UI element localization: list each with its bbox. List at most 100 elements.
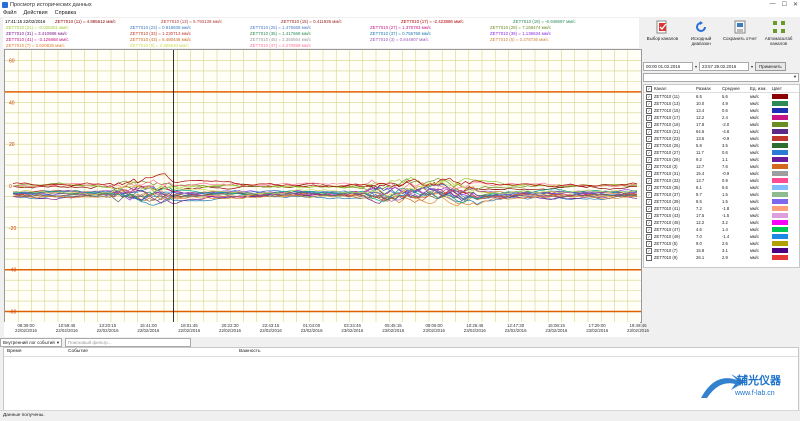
channel-row[interactable]: ✓ ZET7010 (25) 5.8 3.5 мм/с <box>644 142 799 149</box>
channel-row[interactable]: ✓ ZET7010 (47) 4.6 1.4 мм/с <box>644 226 799 233</box>
channel-color-swatch[interactable] <box>772 178 788 183</box>
column-header-range[interactable]: Размах <box>696 85 722 92</box>
channel-row[interactable]: ✓ ZET7010 (15) 13.4 0.6 мм/с <box>644 107 799 114</box>
channel-color-swatch[interactable] <box>772 122 788 127</box>
channel-color-swatch[interactable] <box>772 227 788 232</box>
channel-row[interactable]: ✓ ZET7010 (7) 15.8 3.1 мм/с <box>644 247 799 254</box>
channel-color-swatch[interactable] <box>772 94 788 99</box>
channel-row[interactable]: ✓ ZET7010 (23) 13.5 -0.9 мм/с <box>644 135 799 142</box>
column-header-color[interactable]: Цвет <box>772 85 792 92</box>
channel-row[interactable]: ✓ ZET7010 (33) 13.7 0.9 мм/с <box>644 177 799 184</box>
channel-checkbox[interactable]: ✓ <box>646 156 652 163</box>
channel-checkbox[interactable]: ✓ <box>646 177 652 184</box>
channel-checkbox[interactable]: ✓ <box>646 107 652 114</box>
channel-row[interactable]: ✓ ZET7010 (27) 11.7 0.6 мм/с <box>644 149 799 156</box>
profile-select[interactable]: ▼ <box>643 73 799 82</box>
line-chart[interactable]: 60 40 20 0 -20 -40 -60 <box>5 50 641 322</box>
channel-checkbox[interactable]: ✓ <box>646 219 652 226</box>
channel-color-swatch[interactable] <box>772 213 788 218</box>
close-icon[interactable]: ✕ <box>793 1 798 8</box>
channel-checkbox[interactable]: ✓ <box>646 114 652 121</box>
channel-color-swatch[interactable] <box>772 185 788 190</box>
channel-checkbox[interactable]: ✓ <box>646 93 652 100</box>
event-table[interactable]: Время Событие Важность <box>3 347 799 411</box>
channel-checkbox[interactable]: ✓ <box>646 135 652 142</box>
channel-row[interactable]: ✓ ZET7010 (29) 9.2 1.1 мм/с <box>644 156 799 163</box>
channel-color-swatch[interactable] <box>772 129 788 134</box>
date-to-field[interactable]: 23:57 29.02.2016 <box>699 62 750 71</box>
channel-checkbox[interactable]: ✓ <box>646 240 652 247</box>
channel-color-swatch[interactable] <box>772 255 788 260</box>
apply-button[interactable]: Применить <box>755 62 786 71</box>
channel-row[interactable]: ✓ ZET7010 (39) 8.5 1.5 мм/с <box>644 198 799 205</box>
channel-row[interactable]: ✓ ZET7010 (13) 10.0 4.9 мм/с <box>644 100 799 107</box>
channel-checkbox[interactable]: ✓ <box>646 149 652 156</box>
channel-checkbox[interactable] <box>646 254 652 261</box>
calendar-icon[interactable]: ▾ <box>695 64 697 69</box>
channel-table[interactable]: ✓ Канал Размах Среднее Ед. изм. Цвет ✓ ZE… <box>643 84 800 268</box>
channel-checkbox[interactable]: ✓ <box>646 170 652 177</box>
column-header-severity[interactable]: Важность <box>236 348 379 356</box>
column-header-unit[interactable]: Ед. изм. <box>750 85 772 92</box>
maximize-icon[interactable]: ☐ <box>782 1 787 8</box>
channel-color-swatch[interactable] <box>772 241 788 246</box>
channel-color-swatch[interactable] <box>772 101 788 106</box>
column-header-mean[interactable]: Среднее <box>722 85 750 92</box>
channel-color-swatch[interactable] <box>772 143 788 148</box>
menu-file[interactable]: Файл <box>3 10 17 16</box>
channel-color-swatch[interactable] <box>772 248 788 253</box>
menu-actions[interactable]: Действия <box>24 10 48 16</box>
channel-color-swatch[interactable] <box>772 157 788 162</box>
channel-color-swatch[interactable] <box>772 171 788 176</box>
channel-color-swatch[interactable] <box>772 115 788 120</box>
channel-color-swatch[interactable] <box>772 108 788 113</box>
log-filter-input[interactable]: Поисковый фильтр... <box>65 338 191 347</box>
channel-checkbox[interactable]: ✓ <box>646 163 652 170</box>
channel-row[interactable]: ✓ ZET7010 (21) 64.6 -4.8 мм/с <box>644 128 799 135</box>
channel-color-swatch[interactable] <box>772 192 788 197</box>
plot-area[interactable]: 60 40 20 0 -20 -40 -60 <box>4 49 642 323</box>
autoscale-button[interactable]: Автомасштаб каналов <box>759 20 798 58</box>
channel-checkbox[interactable]: ✓ <box>646 226 652 233</box>
channel-color-swatch[interactable] <box>772 150 788 155</box>
channel-checkbox[interactable]: ✓ <box>646 184 652 191</box>
channel-row[interactable]: ✓ ZET7010 (31) 15.4 -0.9 мм/с <box>644 170 799 177</box>
channel-row[interactable]: ✓ ZET7010 (43) 17.5 -1.5 мм/с <box>644 212 799 219</box>
channel-row[interactable]: ✓ ZET7010 (17) 12.2 2.4 мм/с <box>644 114 799 121</box>
channel-color-swatch[interactable] <box>772 199 788 204</box>
channel-color-swatch[interactable] <box>772 234 788 239</box>
channel-checkbox[interactable]: ✓ <box>646 205 652 212</box>
channel-row[interactable]: ✓ ZET7010 (45) 12.2 3.2 мм/с <box>644 219 799 226</box>
channel-row[interactable]: ✓ ZET7010 (49) 7.0 -1.4 мм/с <box>644 233 799 240</box>
select-all-checkbox[interactable]: ✓ <box>646 85 652 92</box>
channel-checkbox[interactable]: ✓ <box>646 121 652 128</box>
channel-row[interactable]: ✓ ZET7010 (5) 9.0 2.6 мм/с <box>644 240 799 247</box>
channel-checkbox[interactable]: ✓ <box>646 198 652 205</box>
select-channels-button[interactable]: Выбор каналов <box>643 20 682 58</box>
channel-row[interactable]: ✓ ZET7010 (41) 7.2 -1.8 мм/с <box>644 205 799 212</box>
menu-help[interactable]: Справка <box>55 10 77 16</box>
channel-checkbox[interactable]: ✓ <box>646 128 652 135</box>
channel-checkbox[interactable]: ✓ <box>646 212 652 219</box>
channel-checkbox[interactable]: ✓ <box>646 191 652 198</box>
date-from-field[interactable]: 00:00 01.02.2016 <box>643 62 693 71</box>
minimize-icon[interactable]: — <box>770 1 776 8</box>
save-report-button[interactable]: Сохранить отчет <box>721 20 760 58</box>
column-header-event[interactable]: Событие <box>65 348 236 356</box>
reset-range-button[interactable]: Исходный диапазон <box>682 20 721 58</box>
channel-row[interactable]: ✓ ZET7010 (3) 12.7 7.6 мм/с <box>644 163 799 170</box>
column-header-time[interactable]: Время <box>4 348 65 356</box>
channel-checkbox[interactable]: ✓ <box>646 233 652 240</box>
channel-checkbox[interactable]: ✓ <box>646 247 652 254</box>
channel-row[interactable]: ✓ ZET7010 (37) 9.7 1.5 мм/с <box>644 191 799 198</box>
column-header-channel[interactable]: Канал <box>654 85 666 92</box>
channel-color-swatch[interactable] <box>772 164 788 169</box>
channel-color-swatch[interactable] <box>772 206 788 211</box>
channel-checkbox[interactable]: ✓ <box>646 100 652 107</box>
channel-row[interactable]: ✓ ZET7010 (19) 17.8 -2.0 мм/с <box>644 121 799 128</box>
channel-color-swatch[interactable] <box>772 220 788 225</box>
channel-row[interactable]: ZET7010 (9) 26.1 2.9 мм/с <box>644 254 799 261</box>
log-type-select[interactable]: Внутренний лог событий ▼ <box>0 338 62 347</box>
channel-row[interactable]: ✓ ZET7010 (11) 6.5 5.6 мм/с <box>644 93 799 100</box>
channel-row[interactable]: ✓ ZET7010 (35) 6.1 5.6 мм/с <box>644 184 799 191</box>
